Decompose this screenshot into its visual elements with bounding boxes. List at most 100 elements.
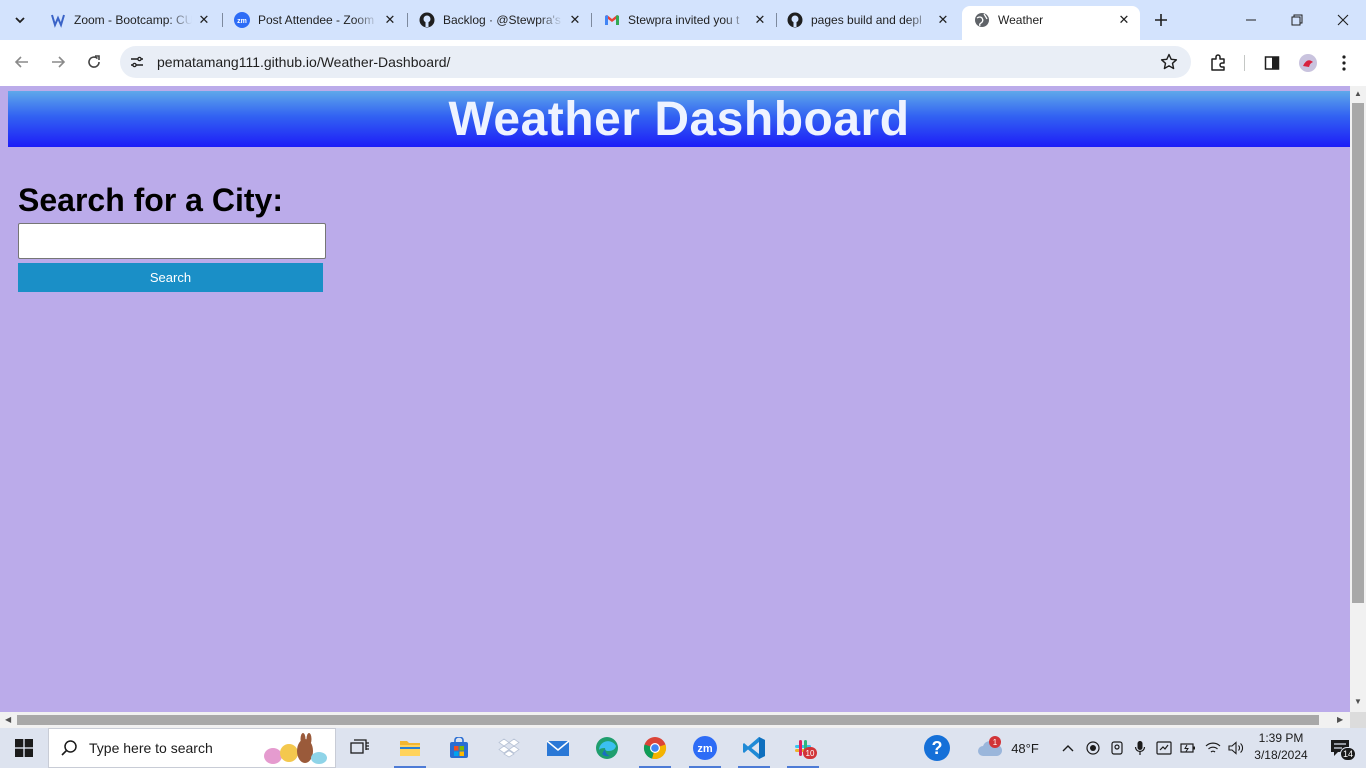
forward-button[interactable] [43, 47, 73, 77]
city-search-input[interactable] [18, 223, 326, 259]
tab-strip: Zoom - Bootcamp: CU ✕ zm Post Attendee -… [0, 0, 1366, 40]
notification-center-button[interactable]: 14 [1320, 728, 1360, 768]
taskbar-search-placeholder: Type here to search [89, 740, 213, 756]
address-bar[interactable]: pematamang111.github.io/Weather-Dashboar… [120, 46, 1191, 78]
vscode-icon [743, 737, 765, 759]
arrow-left-icon [14, 56, 28, 68]
menu-kebab-icon[interactable] [1332, 51, 1356, 75]
easter-eggs-illustration-icon [264, 733, 327, 764]
url-text[interactable]: pematamang111.github.io/Weather-Dashboar… [157, 54, 450, 70]
close-window-button[interactable] [1320, 0, 1366, 40]
extensions-icon[interactable] [1206, 51, 1230, 75]
minimize-button[interactable] [1228, 0, 1274, 40]
side-panel-icon[interactable] [1260, 51, 1284, 75]
globe-icon [974, 12, 990, 28]
scroll-left-icon[interactable]: ◀ [5, 715, 11, 724]
tab-weather[interactable]: Weather ✕ [962, 6, 1140, 40]
taskbar-file-explorer[interactable] [386, 728, 434, 768]
tab-title: Weather [998, 13, 1044, 27]
restore-icon [1291, 14, 1303, 26]
search-button[interactable]: Search [18, 263, 323, 292]
scroll-down-icon[interactable]: ▼ [1354, 697, 1362, 706]
camera-icon[interactable] [1106, 728, 1128, 768]
new-tab-button[interactable] [1149, 8, 1173, 32]
clock-date: 3/18/2024 [1254, 748, 1308, 762]
browser-toolbar: pematamang111.github.io/Weather-Dashboar… [0, 40, 1366, 86]
page-title: Weather Dashboard [448, 92, 910, 146]
taskbar-slack[interactable]: 10 [779, 728, 827, 768]
mail-icon [546, 740, 570, 756]
profile-avatar[interactable] [1296, 51, 1320, 75]
scrollbar-corner [1350, 712, 1366, 728]
tab-title: Backlog · @Stewpra's [443, 13, 561, 27]
tab-title: Stewpra invited you t [628, 13, 740, 27]
battery-icon[interactable] [1177, 728, 1199, 768]
vertical-scrollbar[interactable]: ▲ ▼ [1350, 86, 1366, 712]
folder-icon [400, 741, 420, 756]
close-icon[interactable]: ✕ [196, 12, 212, 28]
close-icon[interactable]: ✕ [752, 12, 768, 28]
tab-search-button[interactable] [8, 8, 32, 32]
taskbar-chrome[interactable] [631, 728, 679, 768]
record-icon[interactable] [1082, 728, 1104, 768]
vertical-scroll-thumb[interactable] [1352, 103, 1364, 603]
chevron-down-icon [15, 17, 25, 24]
windows-logo-icon [15, 739, 33, 757]
close-icon[interactable]: ✕ [935, 12, 951, 28]
close-icon[interactable]: ✕ [1116, 12, 1132, 28]
scroll-up-icon[interactable]: ▲ [1354, 89, 1362, 98]
tab-zoom-bootcamp[interactable]: Zoom - Bootcamp: CU ✕ [38, 6, 220, 34]
back-button[interactable] [7, 47, 37, 77]
microphone-icon[interactable] [1129, 728, 1151, 768]
site-info-icon[interactable] [128, 53, 146, 71]
weather-widget[interactable]: 48°F 1 [972, 728, 1044, 768]
reload-button[interactable] [79, 47, 109, 77]
clock-time: 1:39 PM [1258, 731, 1304, 745]
gmail-icon [604, 12, 620, 28]
reload-icon [88, 55, 100, 68]
svg-text:zm: zm [697, 743, 713, 755]
search-icon [49, 739, 89, 757]
tab-title: pages build and depl [811, 13, 922, 27]
tab-backlog[interactable]: Backlog · @Stewpra's ✕ [407, 6, 591, 34]
tab-title: Post Attendee - Zoom [258, 13, 375, 27]
zoom-icon: zm [693, 736, 717, 760]
store-icon [450, 737, 468, 758]
slack-badge: 10 [803, 747, 817, 759]
restore-button[interactable] [1274, 0, 1320, 40]
taskbar-mail[interactable] [534, 728, 582, 768]
scroll-right-icon[interactable]: ▶ [1337, 715, 1343, 724]
dropbox-icon [498, 738, 520, 758]
horizontal-scroll-thumb[interactable] [17, 715, 1319, 725]
toolbar-divider [1244, 55, 1245, 71]
taskbar-store[interactable] [435, 728, 483, 768]
svg-text:zm: zm [237, 18, 247, 25]
taskbar-vscode[interactable] [730, 728, 778, 768]
svg-text:?: ? [932, 738, 943, 758]
tab-gmail[interactable]: Stewpra invited you t ✕ [592, 6, 776, 34]
task-view-button[interactable] [336, 728, 384, 768]
taskbar-zoom[interactable]: zm [681, 728, 729, 768]
tab-title: Zoom - Bootcamp: CU [74, 13, 192, 27]
tab-post-attendee[interactable]: zm Post Attendee - Zoom ✕ [222, 6, 406, 34]
system-clock[interactable]: 1:39 PM 3/18/2024 [1248, 730, 1314, 764]
edge-icon [596, 737, 618, 759]
meet-now-icon[interactable] [1153, 728, 1175, 768]
bookmark-star-icon[interactable] [1159, 52, 1179, 72]
taskbar-edge[interactable] [583, 728, 631, 768]
volume-icon[interactable] [1225, 728, 1247, 768]
tab-pages-build[interactable]: pages build and depl ✕ [775, 6, 959, 34]
close-icon[interactable]: ✕ [382, 12, 398, 28]
start-button[interactable] [0, 728, 48, 768]
taskbar-dropbox[interactable] [485, 728, 533, 768]
page-header: Weather Dashboard [8, 91, 1350, 147]
show-hidden-icons-button[interactable] [1058, 728, 1078, 768]
taskbar-search-box[interactable]: Type here to search [48, 728, 336, 768]
wifi-icon[interactable] [1202, 728, 1224, 768]
horizontal-scrollbar[interactable]: ◀ ▶ [0, 712, 1350, 728]
close-icon[interactable]: ✕ [567, 12, 583, 28]
help-button[interactable]: ? [918, 728, 956, 768]
arrow-right-icon [52, 56, 66, 68]
zoom-icon: zm [234, 12, 250, 28]
windows-taskbar: Type here to search zm 10 ? 48°F 1 1:39 … [0, 728, 1366, 768]
